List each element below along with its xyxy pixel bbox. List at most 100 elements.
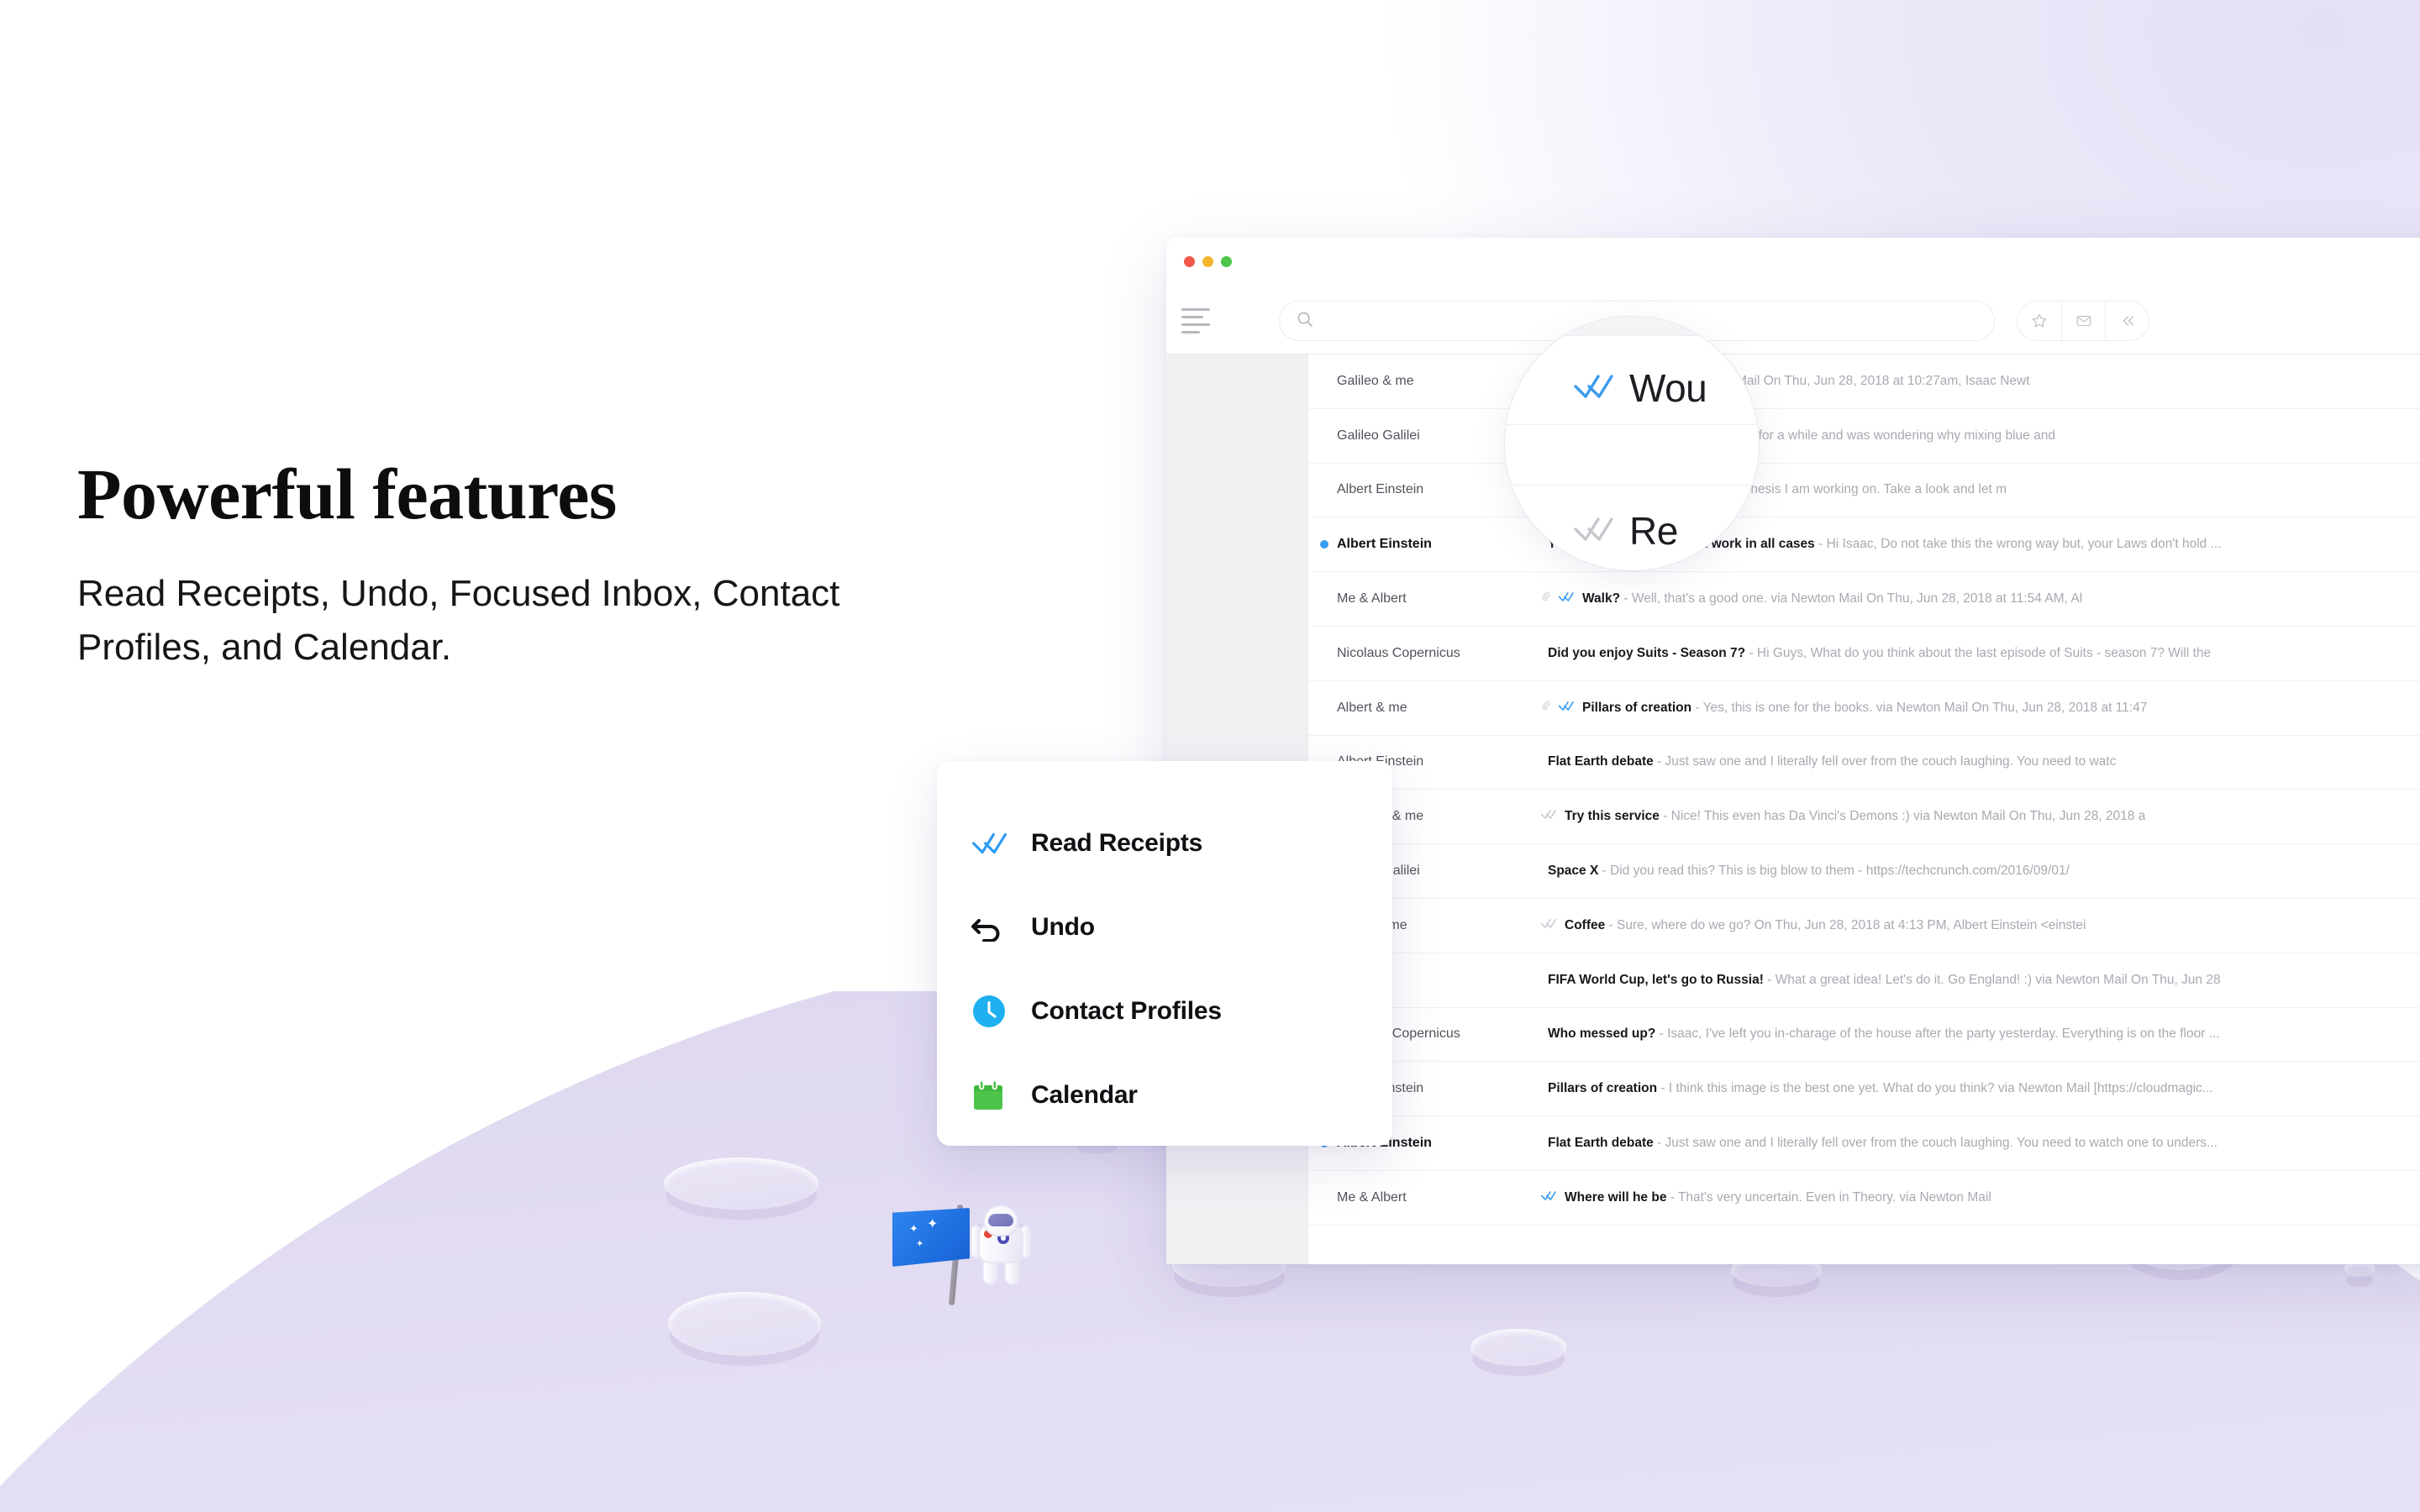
mail-list-row[interactable]: Albert EinsteinYour laws of Gravity don'… bbox=[1308, 517, 2420, 573]
double-check-icon bbox=[1572, 515, 1616, 548]
clock-icon bbox=[971, 993, 1019, 1030]
read-indicator-placeholder bbox=[1320, 595, 1328, 603]
mail-list-row[interactable]: Albert Einstein Hey Isaac, Here's the cop… bbox=[1308, 464, 2420, 518]
mail-list-row[interactable]: Nicolaus Copernicus Who messed up? - Isaa… bbox=[1308, 1008, 2420, 1063]
lens-row: Wou bbox=[1572, 365, 1707, 411]
minimize-window-button[interactable] bbox=[1202, 256, 1213, 267]
mail-row-badges bbox=[1540, 809, 1557, 824]
mail-row-badges bbox=[1540, 1190, 1557, 1205]
mail-subject: Coffee bbox=[1565, 917, 1606, 932]
lens-row-text: Re bbox=[1629, 509, 1678, 553]
flag-star-icon: ✦ bbox=[927, 1217, 939, 1231]
hamburger-icon[interactable] bbox=[1181, 308, 1213, 333]
crater bbox=[1470, 1329, 1566, 1366]
mail-list[interactable]: Galileo & me n - Sure thing, chief! via N… bbox=[1307, 354, 2420, 1264]
double-chevron-left-icon[interactable] bbox=[2105, 302, 2149, 340]
crater bbox=[668, 1292, 821, 1356]
mail-list-row[interactable]: Albert & meCoffee - Sure, where do we go… bbox=[1308, 899, 2420, 953]
double-check-icon bbox=[1572, 372, 1616, 405]
mail-snippet: Flat Earth debate - Just saw one and I l… bbox=[1548, 1136, 2217, 1151]
mail-snippet: Did you enjoy Suits - Season 7? - Hi Guy… bbox=[1548, 645, 2212, 660]
window-titlebar bbox=[1166, 238, 2420, 288]
app-toolbar bbox=[1166, 288, 2420, 354]
mail-snippet: Coffee - Sure, where do we go? On Thu, J… bbox=[1565, 917, 2086, 932]
mail-list-row[interactable]: Albert EinsteinFlat Earth debate - Just … bbox=[1308, 736, 2420, 790]
mail-list-row[interactable]: Me & Albert Walk? - Well, that's a good o… bbox=[1308, 572, 2420, 627]
page-title: Powerful features bbox=[77, 454, 617, 534]
undo-arrow-icon bbox=[971, 913, 1019, 942]
feature-label: Calendar bbox=[1031, 1081, 1138, 1109]
mail-subject: Pillars of creation bbox=[1548, 1081, 1658, 1096]
lens-divider bbox=[1505, 335, 1759, 336]
read-indicator-placeholder bbox=[1320, 704, 1328, 712]
envelope-icon[interactable] bbox=[2061, 302, 2105, 340]
feature-item-calendar[interactable]: Calendar bbox=[937, 1053, 1392, 1137]
feature-item-undo[interactable]: Undo bbox=[937, 885, 1392, 969]
mail-subject: Space X bbox=[1548, 864, 1599, 879]
read-receipt-icon bbox=[1558, 701, 1575, 716]
mail-snippet: Try this service - Nice! This even has D… bbox=[1565, 809, 2146, 824]
read-indicator-placeholder bbox=[1320, 1194, 1328, 1202]
lens-header-stripe bbox=[1505, 317, 1759, 335]
mail-list-row[interactable]: FIFA World Cup, let's go to Russia! - Wh… bbox=[1308, 953, 2420, 1008]
zoom-window-button[interactable] bbox=[1221, 256, 1232, 267]
mail-row-badges bbox=[1540, 700, 1575, 717]
page-subtitle: Read Receipts, Undo, Focused Inbox, Cont… bbox=[77, 573, 840, 668]
mail-subject: Did you enjoy Suits - Season 7? bbox=[1548, 645, 1746, 660]
mail-snippet: Where will he be - That's very uncertain… bbox=[1565, 1189, 1991, 1205]
mail-row-badges bbox=[1540, 591, 1575, 607]
mail-list-row[interactable]: Nicolaus & meTry this service - Nice! Th… bbox=[1308, 790, 2420, 845]
mail-list-row[interactable]: Albert EinsteinFlat Earth debate - Just … bbox=[1308, 1116, 2420, 1171]
lens-row: Re bbox=[1572, 508, 1678, 554]
mail-list-row[interactable]: Nicolaus Copernicus Did you enjoy Suits -… bbox=[1308, 627, 2420, 681]
read-receipt-icon bbox=[1558, 591, 1575, 606]
unread-indicator-dot bbox=[1320, 540, 1328, 549]
feature-label: Contact Profiles bbox=[1031, 997, 1222, 1025]
close-window-button[interactable] bbox=[1184, 256, 1195, 267]
mail-sender: Me & Albert bbox=[1337, 1189, 1407, 1205]
flag-star-icon: ✦ bbox=[916, 1239, 924, 1249]
mail-list-row[interactable]: Galileo GalileiGreen - Hi Isaac, I was j… bbox=[1308, 409, 2420, 464]
mail-snippet: FIFA World Cup, let's go to Russia! - Wh… bbox=[1548, 972, 2221, 987]
mail-sender: Me & Albert bbox=[1337, 591, 1407, 606]
mail-snippet: Walk? - Well, that's a good one. via New… bbox=[1582, 591, 2083, 606]
mail-list-row[interactable]: Galileo GalileiSpace X - Did you read th… bbox=[1308, 844, 2420, 899]
delivered-receipt-icon bbox=[1540, 918, 1557, 933]
mail-subject: Flat Earth debate bbox=[1548, 754, 1654, 769]
read-indicator-placeholder bbox=[1320, 486, 1328, 494]
toolbar-actions bbox=[2017, 301, 2149, 341]
mail-list-row[interactable]: Me & Albert Where will he be - That's ver… bbox=[1308, 1171, 2420, 1226]
magnifier-lens: Wou Re bbox=[1504, 316, 1760, 571]
read-indicator-placeholder bbox=[1320, 432, 1328, 440]
mail-list-row[interactable]: Albert EinsteinPillars of creation - I t… bbox=[1308, 1062, 2420, 1117]
features-card: Read Receipts Undo Contact Profiles Cale… bbox=[937, 761, 1392, 1146]
lens-divider bbox=[1505, 424, 1759, 425]
calendar-icon bbox=[971, 1078, 1019, 1113]
mail-list-row[interactable]: Albert & me Pillars of creation - Yes, th… bbox=[1308, 681, 2420, 736]
astronaut-visor bbox=[988, 1214, 1013, 1226]
mail-sender: Galileo & me bbox=[1337, 373, 1414, 388]
attachment-icon bbox=[1540, 591, 1552, 607]
mail-subject: Flat Earth debate bbox=[1548, 1136, 1654, 1151]
mail-snippet: Flat Earth debate - Just saw one and I l… bbox=[1548, 754, 2117, 769]
mail-subject: Who messed up? bbox=[1548, 1026, 1656, 1042]
mail-sender: Albert & me bbox=[1337, 700, 1407, 715]
mail-snippet: Pillars of creation - Yes, this is one f… bbox=[1582, 700, 2148, 715]
feature-item-read-receipts[interactable]: Read Receipts bbox=[937, 801, 1392, 885]
feature-label: Undo bbox=[1031, 913, 1095, 941]
traffic-lights bbox=[1184, 256, 1232, 267]
mail-snippet: Who messed up? - Isaac, I've left you in… bbox=[1548, 1026, 2220, 1042]
mail-sender: Nicolaus Copernicus bbox=[1337, 645, 1460, 660]
mail-snippet: Pillars of creation - I think this image… bbox=[1548, 1081, 2213, 1096]
delivered-receipt-icon bbox=[1540, 809, 1557, 824]
lens-row-text: Wou bbox=[1629, 366, 1707, 410]
double-check-icon bbox=[971, 831, 1019, 856]
read-indicator-placeholder bbox=[1320, 377, 1328, 386]
feature-item-contact-profiles[interactable]: Contact Profiles bbox=[937, 969, 1392, 1053]
read-indicator-placeholder bbox=[1320, 649, 1328, 658]
mail-subject: FIFA World Cup, let's go to Russia! bbox=[1548, 972, 1764, 987]
hero-copy: Powerful features Read Receipts, Undo, F… bbox=[77, 458, 968, 675]
mail-list-row[interactable]: Galileo & me n - Sure thing, chief! via N… bbox=[1308, 354, 2420, 409]
read-receipt-icon bbox=[1540, 1190, 1557, 1205]
star-icon[interactable] bbox=[2018, 302, 2061, 340]
